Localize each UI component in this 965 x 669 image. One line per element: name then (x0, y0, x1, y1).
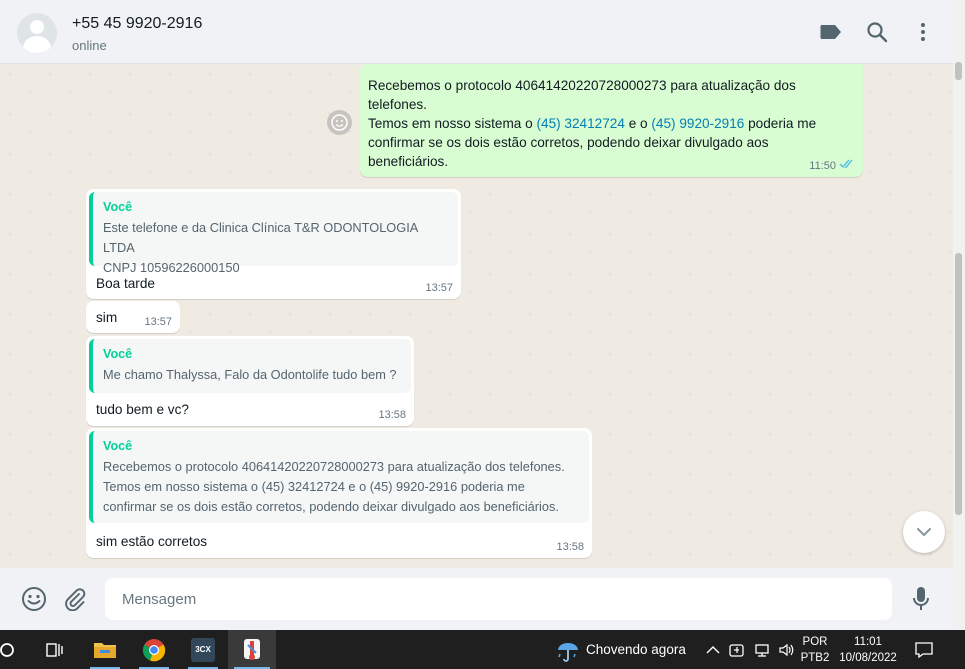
message-bubble-incoming[interactable]: Você Me chamo Thalyssa, Falo da Odontoli… (86, 336, 414, 426)
search-circle-icon[interactable] (0, 630, 20, 669)
chat-header: +55 45 9920-2916 online (0, 0, 953, 64)
quote-author: Você (103, 439, 133, 453)
volume-icon[interactable] (775, 630, 797, 669)
message-bubble-incoming[interactable]: Você Este telefone e da Clinica Clínica … (86, 189, 461, 299)
message-text: Boa tarde (96, 276, 155, 291)
message-text: sim (96, 310, 118, 325)
phone-link-1[interactable]: (45) 32412724 (536, 116, 624, 131)
app-3cx-icon[interactable]: 3CX (182, 630, 224, 669)
windows-taskbar: 3CX Chovendo agora POR PTB2 11:01 10/08/… (0, 630, 965, 669)
message-text: tudo bem e vc? (96, 402, 189, 417)
contact-status: online (72, 38, 107, 53)
chevron-up-icon[interactable] (703, 630, 723, 669)
quoted-message[interactable]: Você Este telefone e da Clinica Clínica … (89, 192, 458, 275)
quoted-message[interactable]: Você Me chamo Thalyssa, Falo da Odontoli… (89, 339, 411, 393)
message-text: sim estão corretos (96, 534, 208, 549)
scrollbar-thumb[interactable] (955, 253, 962, 515)
weather-text[interactable]: Chovendo agora (586, 630, 692, 669)
message-input[interactable] (105, 578, 892, 620)
reaction-emoji-icon[interactable] (327, 110, 352, 135)
chat-pane[interactable]: Recebemos o protocolo 406414202207280002… (0, 64, 953, 568)
phone-link-2[interactable]: (45) 9920-2916 (651, 116, 744, 131)
message-text: Recebemos o protocolo 406414202207280002… (368, 78, 817, 169)
network-icon[interactable] (751, 630, 773, 669)
message-time: 13:57 (144, 316, 172, 328)
attach-icon[interactable] (61, 585, 89, 613)
double-check-icon (839, 159, 855, 173)
message-bubble-incoming[interactable]: Você Recebemos o protocolo 4064142022072… (86, 428, 592, 558)
task-view-icon[interactable] (40, 630, 70, 669)
message-time: 13:58 (556, 541, 584, 553)
message-bubble-outgoing[interactable]: Recebemos o protocolo 406414202207280002… (360, 64, 863, 177)
clock[interactable]: 11:01 10/08/2022 (834, 630, 902, 669)
weather-icon[interactable] (553, 630, 583, 669)
chevron-down-icon (917, 528, 931, 537)
message-bubble-incoming[interactable]: sim 13:57 (86, 301, 180, 333)
quote-author: Você (103, 200, 133, 214)
microphone-icon[interactable] (907, 585, 935, 613)
quote-author: Você (103, 347, 133, 361)
message-time: 13:57 (425, 282, 453, 294)
message-time: 13:58 (378, 409, 406, 421)
file-explorer-icon[interactable] (84, 630, 126, 669)
chat-footer (0, 568, 953, 630)
scroll-down-button[interactable] (903, 511, 945, 553)
contact-avatar[interactable] (17, 13, 57, 53)
search-icon[interactable] (865, 20, 889, 44)
quoted-message[interactable]: Você Recebemos o protocolo 4064142022072… (89, 431, 589, 523)
scrollbar-thumb-top[interactable] (955, 62, 962, 80)
notifications-icon[interactable] (910, 630, 938, 669)
label-icon[interactable] (819, 20, 843, 44)
contact-name[interactable]: +55 45 9920-2916 (72, 15, 202, 33)
chrome-icon[interactable] (133, 630, 175, 669)
tray-app-icon[interactable] (726, 630, 748, 669)
menu-icon[interactable] (911, 20, 935, 44)
emoji-icon[interactable] (20, 585, 48, 613)
active-app-icon[interactable] (228, 630, 276, 669)
language-indicator[interactable]: POR PTB2 (799, 630, 831, 669)
message-time: 11:50 (809, 159, 855, 173)
scrollbar[interactable] (953, 0, 965, 630)
